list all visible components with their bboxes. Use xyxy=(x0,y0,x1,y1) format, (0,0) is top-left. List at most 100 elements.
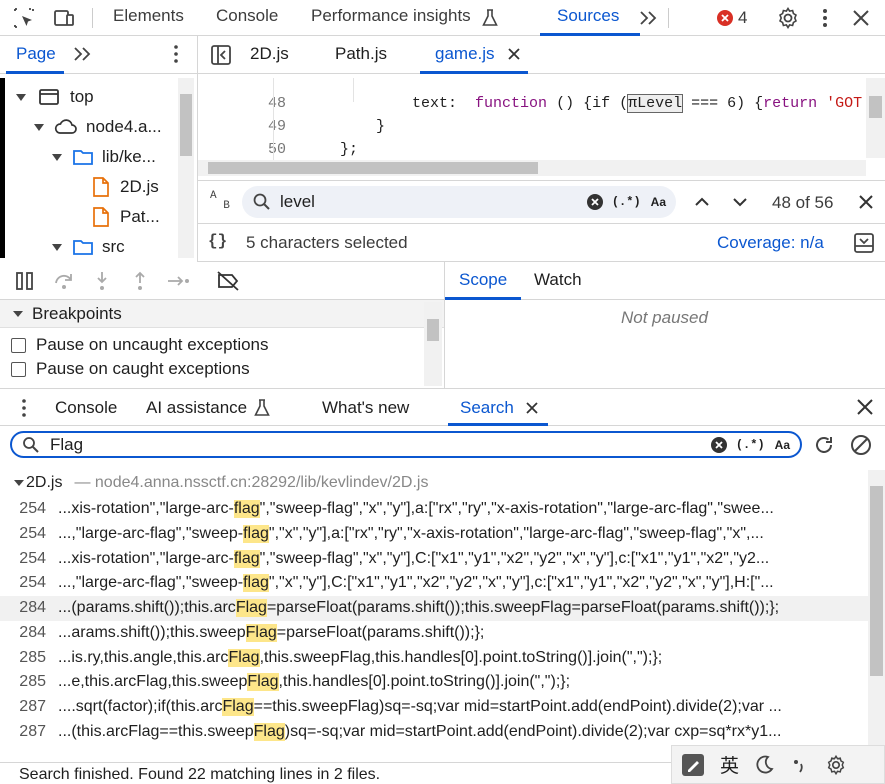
device-toolbar-icon[interactable] xyxy=(52,6,76,30)
coverage-link[interactable]: Coverage: n/a xyxy=(717,233,824,253)
editor-tab-path[interactable]: Path.js xyxy=(335,44,387,64)
tab-scope[interactable]: Scope xyxy=(459,270,507,290)
editor-tab-game[interactable]: game.js xyxy=(435,44,495,64)
ime-moon-icon[interactable] xyxy=(753,754,775,776)
clear-search-icon[interactable] xyxy=(710,436,728,454)
clear-search-icon[interactable] xyxy=(586,193,604,211)
regex-toggle[interactable]: (.*) xyxy=(736,438,765,452)
regex-toggle[interactable]: (.*) xyxy=(612,195,641,209)
settings-gear-icon[interactable] xyxy=(776,6,800,30)
result-row[interactable]: 287 ....sqrt(factor);if(this.arc Flag ==thi… xyxy=(0,695,868,720)
expand-triangle-icon[interactable] xyxy=(32,120,46,134)
more-navigator-tabs-chevron-icon[interactable] xyxy=(72,43,94,65)
deactivate-breakpoints-icon[interactable] xyxy=(216,271,240,291)
previous-match-chevron-icon[interactable] xyxy=(692,192,712,212)
toggle-sidebar-icon[interactable] xyxy=(853,232,875,254)
tree-item-src-folder[interactable]: src xyxy=(50,232,125,262)
drawer-menu-kebab-icon[interactable] xyxy=(17,397,31,419)
close-find-icon[interactable] xyxy=(856,192,876,212)
close-tab-icon[interactable] xyxy=(506,45,522,63)
inspect-element-icon[interactable] xyxy=(12,6,36,30)
more-options-kebab-icon[interactable] xyxy=(815,6,835,30)
drawer-tab-console[interactable]: Console xyxy=(55,398,117,418)
drawer-tab-ai-assistance[interactable]: AI assistance xyxy=(146,398,247,418)
match-highlight: flag xyxy=(243,574,269,593)
scrollbar-thumb[interactable] xyxy=(427,319,439,341)
toggle-navigator-icon[interactable] xyxy=(210,44,232,66)
result-row[interactable]: 254 ...,"large-arc-flag","sweep-flag ","x"… xyxy=(0,571,868,596)
match-count: 48 of 56 xyxy=(772,193,834,212)
find-input[interactable]: level xyxy=(280,192,586,212)
result-row[interactable]: 254 ...xis-rotation","large-arc-flag ","sw… xyxy=(0,497,868,522)
tree-item-file-2d[interactable]: 2D.js xyxy=(92,172,159,202)
find-bar: A B level (.*) Aa 48 of 56 xyxy=(198,180,885,224)
expand-triangle-icon[interactable] xyxy=(14,478,24,488)
result-row[interactable]: 254 ...,"large-arc-flag","sweep-flag ","x"… xyxy=(0,522,868,547)
debugger-toolbar xyxy=(0,262,444,300)
frame-icon xyxy=(38,87,60,107)
match-highlight: Flag xyxy=(235,599,267,618)
tab-sources[interactable]: Sources xyxy=(557,6,619,26)
pretty-print-icon[interactable]: {} xyxy=(208,232,227,250)
close-devtools-icon[interactable] xyxy=(850,6,872,30)
drawer-tab-whats-new[interactable]: What's new xyxy=(322,398,409,418)
navigator-menu-kebab-icon[interactable] xyxy=(168,43,184,65)
tab-performance-insights[interactable]: Performance insights xyxy=(311,6,471,26)
result-row[interactable]: 287 ...(this.arcFlag==this.sweep Flag)sq=-… xyxy=(0,720,868,745)
folder-icon xyxy=(72,148,94,166)
match-case-toggle[interactable]: Aa xyxy=(651,195,666,209)
pause-icon[interactable] xyxy=(14,271,36,291)
match-case-toggle[interactable]: Aa xyxy=(775,438,790,452)
close-search-tab-icon[interactable] xyxy=(524,399,540,417)
drawer-tab-search[interactable]: Search xyxy=(460,398,514,418)
scrollbar-thumb[interactable] xyxy=(870,486,883,676)
editor-tab-2d[interactable]: 2D.js xyxy=(250,44,289,64)
expand-triangle-icon[interactable] xyxy=(50,240,64,254)
tree-item-file-path[interactable]: Pat... xyxy=(92,202,160,232)
result-row[interactable]: 285 ...is.ry,this.angle,this.arc Flag ,this… xyxy=(0,646,868,671)
pause-caught-checkbox[interactable] xyxy=(11,361,26,377)
navigator-scrollbar[interactable] xyxy=(178,78,194,258)
pause-caught-row[interactable]: Pause on caught exceptions xyxy=(11,359,250,379)
ime-punctuation-icon[interactable] xyxy=(789,754,809,776)
replace-toggle-icon[interactable]: A B xyxy=(210,191,230,212)
result-row[interactable]: 284 ...(params.shift());this.arc Flag =pars… xyxy=(0,596,868,621)
expand-triangle-icon[interactable] xyxy=(14,90,28,104)
pause-uncaught-row[interactable]: Pause on uncaught exceptions xyxy=(11,335,269,355)
ime-settings-gear-icon[interactable] xyxy=(825,754,847,776)
ime-language-label[interactable]: 英 xyxy=(720,751,739,778)
scrollbar-thumb[interactable] xyxy=(208,162,538,174)
error-counter[interactable]: 4 xyxy=(716,8,747,28)
result-row[interactable]: 284 ...arams.shift());this.sweep Flag =pars… xyxy=(0,621,868,646)
editor-vertical-scrollbar[interactable] xyxy=(866,78,885,158)
results-scrollbar[interactable] xyxy=(868,470,885,760)
close-drawer-icon[interactable] xyxy=(855,397,875,417)
tree-item-top[interactable]: top xyxy=(14,82,94,112)
breakpoints-section-header[interactable]: Breakpoints xyxy=(0,300,444,328)
tree-item-lib-folder[interactable]: lib/ke... xyxy=(50,142,156,172)
tab-page[interactable]: Page xyxy=(16,44,56,64)
code-line: 48 text: function () {if (πLevel === 6) … xyxy=(268,94,881,113)
tab-elements[interactable]: Elements xyxy=(113,6,184,26)
result-row[interactable]: 254 ...xis-rotation","large-arc-flag ","sw… xyxy=(0,547,868,572)
pause-uncaught-checkbox[interactable] xyxy=(11,337,26,353)
more-tabs-chevron-icon[interactable] xyxy=(638,6,660,30)
debugger-scrollbar[interactable] xyxy=(424,302,442,386)
scrollbar-thumb[interactable] xyxy=(869,96,882,118)
result-row[interactable]: 285 ...e,this.arcFlag,this.sweep Flag ,this… xyxy=(0,670,868,695)
result-file-header[interactable]: 2D.js — node4.anna.nssctf.cn:28292/lib/k… xyxy=(14,474,428,492)
tree-item-domain[interactable]: node4.a... xyxy=(32,112,162,142)
collapse-triangle-icon[interactable] xyxy=(12,308,24,320)
tab-watch[interactable]: Watch xyxy=(534,270,582,290)
expand-triangle-icon[interactable] xyxy=(50,150,64,164)
scope-tabs: Scope Watch xyxy=(444,262,885,300)
search-input[interactable]: Flag xyxy=(50,435,710,455)
scrollbar-thumb[interactable] xyxy=(180,94,192,156)
ime-pen-icon[interactable] xyxy=(680,752,706,778)
divider xyxy=(668,8,669,28)
clear-results-icon[interactable] xyxy=(849,433,873,457)
editor-horizontal-scrollbar[interactable] xyxy=(198,160,866,176)
refresh-search-icon[interactable] xyxy=(812,433,836,457)
next-match-chevron-icon[interactable] xyxy=(730,192,750,212)
tab-console[interactable]: Console xyxy=(216,6,278,26)
